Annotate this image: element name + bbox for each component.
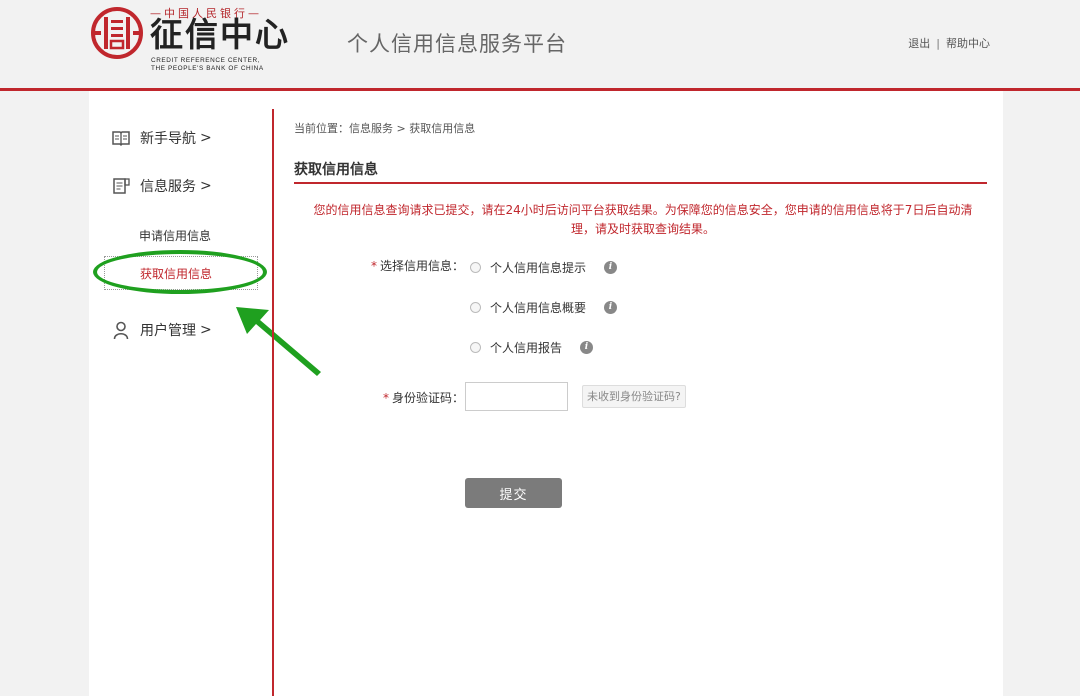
help-center-link[interactable]: 帮助中心	[946, 37, 990, 50]
info-icon[interactable]: i	[604, 301, 618, 314]
option-credit-report[interactable]: 个人信用报告 i	[470, 339, 594, 356]
option-credit-info-summary[interactable]: 个人信用信息概要 i	[470, 299, 618, 316]
sidebar-item-label: 信息服务	[140, 179, 196, 195]
site-title: 个人信用信息服务平台	[347, 32, 567, 56]
sidebar-item-label: 新手导航	[140, 131, 196, 147]
option-label: 个人信用信息概要	[490, 301, 587, 315]
radio-button[interactable]	[470, 342, 481, 353]
logo-main-text: 征信中心	[150, 15, 290, 54]
breadcrumb: 当前位置：信息服务 > 获取信用信息	[294, 122, 476, 135]
required-asterisk: *	[370, 259, 377, 273]
select-credit-info-label-text: 选择信用信息：	[379, 259, 464, 273]
sidebar-subitem-get-credit-info[interactable]: 获取信用信息	[104, 256, 258, 290]
sidebar: 新手导航 > 信息服务 > 申请信用信息 获取信用信息 用户管理 >	[89, 91, 321, 696]
chevron-right-icon: >	[200, 178, 212, 194]
content-area: 当前位置：信息服务 > 获取信用信息 获取信用信息 您的信用信息查询请求已提交，…	[294, 91, 987, 696]
title-divider	[294, 182, 987, 184]
verification-code-label-text: 身份验证码：	[391, 391, 464, 405]
sidebar-item-label: 用户管理	[140, 323, 196, 339]
option-credit-info-tips[interactable]: 个人信用信息提示 i	[470, 259, 618, 276]
logo-english-line2: THE PEOPLE'S BANK OF CHINA	[151, 65, 264, 72]
logo-english-line1: CREDIT REFERENCE CENTER,	[151, 57, 261, 64]
header: —中国人民银行— 征信中心 CREDIT REFERENCE CENTER, T…	[0, 0, 1080, 91]
verification-code-input[interactable]	[465, 382, 568, 411]
sidebar-subitem-apply-credit-info[interactable]: 申请信用信息	[139, 227, 211, 244]
info-icon[interactable]: i	[580, 341, 594, 354]
sidebar-item-user-management[interactable]: 用户管理 >	[111, 320, 212, 340]
required-asterisk: *	[382, 391, 389, 405]
document-icon	[113, 178, 130, 194]
user-icon	[113, 321, 129, 340]
option-label: 个人信用报告	[490, 341, 563, 355]
option-label: 个人信用信息提示	[490, 261, 587, 275]
info-icon[interactable]: i	[604, 261, 618, 274]
chevron-right-icon: >	[200, 322, 212, 338]
radio-button[interactable]	[470, 302, 481, 313]
sidebar-item-beginner-guide[interactable]: 新手导航 >	[111, 128, 212, 148]
header-links: 退出 | 帮助中心	[908, 35, 990, 51]
radio-button[interactable]	[470, 262, 481, 273]
page-title: 获取信用信息	[294, 162, 378, 178]
submit-button[interactable]: 提交	[465, 478, 562, 508]
sidebar-item-info-service[interactable]: 信息服务 >	[111, 176, 212, 196]
book-icon	[112, 131, 130, 147]
verification-code-label: * 身份验证码：	[362, 389, 464, 406]
chevron-right-icon: >	[200, 130, 212, 146]
logout-link[interactable]: 退出	[908, 37, 930, 50]
header-link-separator: |	[936, 37, 940, 50]
select-credit-info-label: * 选择信用信息：	[362, 257, 464, 274]
submission-notice: 您的信用信息查询请求已提交，请在24小时后访问平台获取结果。为保障您的信息安全，…	[313, 203, 973, 236]
main-panel: 新手导航 > 信息服务 > 申请信用信息 获取信用信息 用户管理 > 当前位置：…	[89, 91, 1003, 696]
sidebar-divider	[272, 109, 274, 696]
resend-code-button[interactable]: 未收到身份验证码?	[582, 385, 686, 408]
